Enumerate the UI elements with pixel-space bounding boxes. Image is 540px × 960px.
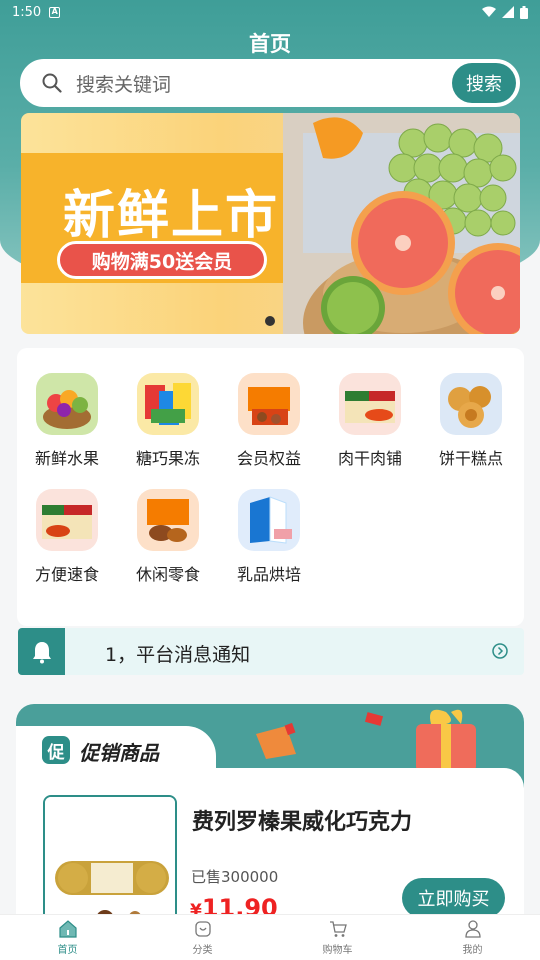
bottom-tab-bar: 首页 分类 购物车 我的 (0, 914, 540, 960)
carousel-indicator[interactable] (265, 316, 275, 326)
banner-offer-pill: 购物满50送会员 (57, 241, 267, 279)
search-button[interactable]: 搜索 (452, 63, 516, 103)
tab-label: 分类 (192, 945, 213, 956)
category-item[interactable]: 乳品烘培 (219, 489, 319, 585)
tab-label: 购物车 (322, 945, 353, 956)
category-item[interactable]: 会员权益 (219, 373, 319, 469)
page-title: 首页 (249, 32, 291, 56)
category-label: 休闲零食 (135, 565, 200, 584)
tab-label: 我的 (462, 945, 483, 956)
tab-category[interactable]: 分类 (135, 915, 270, 960)
instant-noodle-icon (36, 489, 98, 551)
member-gift-icon (238, 373, 300, 435)
fruit-basket-icon (36, 373, 98, 435)
search-bar[interactable]: 搜索关键词 搜索 (20, 59, 520, 107)
profile-icon (464, 920, 481, 938)
candy-icon (137, 373, 199, 435)
wifi-icon (482, 6, 496, 17)
battery-icon (520, 5, 528, 19)
signal-icon (502, 6, 514, 18)
category-item[interactable]: 新鲜水果 (17, 373, 117, 469)
gift-box-illustration (256, 709, 476, 772)
category-label: 糖巧果冻 (135, 449, 200, 468)
category-label: 方便速食 (34, 565, 99, 584)
bell-icon (32, 641, 51, 663)
status-bar: 1:50 A (0, 0, 540, 24)
promo-tag-icon: 促 (42, 736, 70, 764)
search-icon (42, 73, 62, 93)
promo-banner[interactable]: 新鲜上市 购物满50送会员 (21, 113, 520, 334)
category-grid: 新鲜水果 糖巧果冻 会员权益 肉干肉铺 饼干糕点 方便速食 休闲零食 乳品烘培 (17, 348, 524, 626)
product-sold-count: 已售300000 (191, 868, 279, 886)
product-name: 费列罗榛果威化巧克力 (192, 810, 413, 835)
tab-home[interactable]: 首页 (0, 915, 135, 960)
status-time: 1:50 (12, 4, 42, 20)
tab-profile[interactable]: 我的 (405, 915, 540, 960)
category-label: 会员权益 (236, 449, 301, 468)
mooncake-icon (440, 373, 502, 435)
home-icon (58, 920, 77, 938)
notification-badge: A (49, 6, 61, 18)
notice-text: 1，平台消息通知 (105, 644, 251, 666)
category-label: 乳品烘培 (236, 565, 301, 584)
fruit-illustration (283, 113, 520, 334)
buy-now-button[interactable]: 立即购买 (402, 878, 505, 918)
category-item[interactable]: 方便速食 (17, 489, 117, 585)
snack-box-icon (137, 489, 199, 551)
category-item[interactable]: 饼干糕点 (421, 373, 521, 469)
cart-icon (329, 921, 347, 937)
promo-title: 促销商品 (79, 741, 159, 765)
category-label: 肉干肉铺 (337, 449, 402, 468)
category-label: 饼干糕点 (438, 449, 503, 468)
category-item[interactable]: 休闲零食 (118, 489, 218, 585)
meat-snack-icon (339, 373, 401, 435)
category-item[interactable]: 糖巧果冻 (118, 373, 218, 469)
notice-bar[interactable]: 1，平台消息通知 (18, 628, 524, 675)
category-label: 新鲜水果 (34, 449, 99, 468)
tab-label: 首页 (57, 945, 78, 956)
chevron-right-icon[interactable] (492, 643, 508, 659)
tab-cart[interactable]: 购物车 (270, 915, 405, 960)
banner-headline: 新鲜上市 (62, 186, 279, 246)
notice-bell-container (18, 628, 65, 675)
milk-icon (238, 489, 300, 551)
category-icon (194, 921, 211, 937)
category-item[interactable]: 肉干肉铺 (320, 373, 420, 469)
